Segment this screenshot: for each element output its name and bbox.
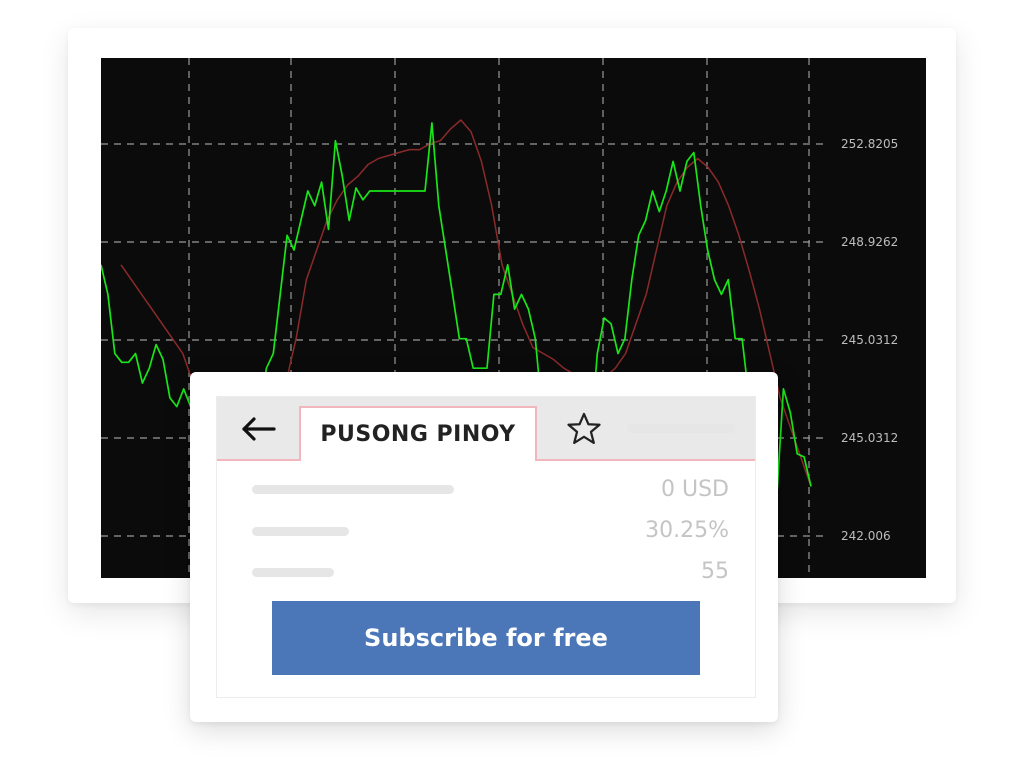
stat-value-percent: 30.25%	[645, 518, 729, 543]
y-tick-label: 248.9262	[841, 235, 898, 249]
arrow-left-icon	[242, 417, 276, 441]
back-button[interactable]	[235, 409, 283, 449]
star-icon	[567, 412, 601, 445]
tab-bar: PUSONG PINOY	[217, 397, 755, 461]
subscribe-button[interactable]: Subscribe for free	[272, 601, 700, 675]
stat-value-balance: 0 USD	[661, 477, 729, 502]
y-tick-label: 245.0312	[841, 333, 898, 347]
y-tick-label: 242.006	[841, 529, 891, 543]
y-tick-label: 252.8205	[841, 137, 898, 151]
y-tick-label: 245.0312	[841, 431, 898, 445]
favorite-button[interactable]	[563, 409, 605, 449]
tab-placeholder-bar	[627, 424, 735, 433]
tab-pusong-pinoy[interactable]: PUSONG PINOY	[299, 406, 537, 461]
stat-label-placeholder	[252, 485, 454, 494]
signal-panel: PUSONG PINOY 0 USD 30.25% 55 Subscribe f…	[190, 372, 778, 722]
stat-label-placeholder	[252, 568, 334, 577]
stat-label-placeholder	[252, 527, 349, 536]
stat-value-count: 55	[701, 559, 729, 584]
signal-card: PUSONG PINOY 0 USD 30.25% 55 Subscribe f…	[216, 396, 756, 698]
